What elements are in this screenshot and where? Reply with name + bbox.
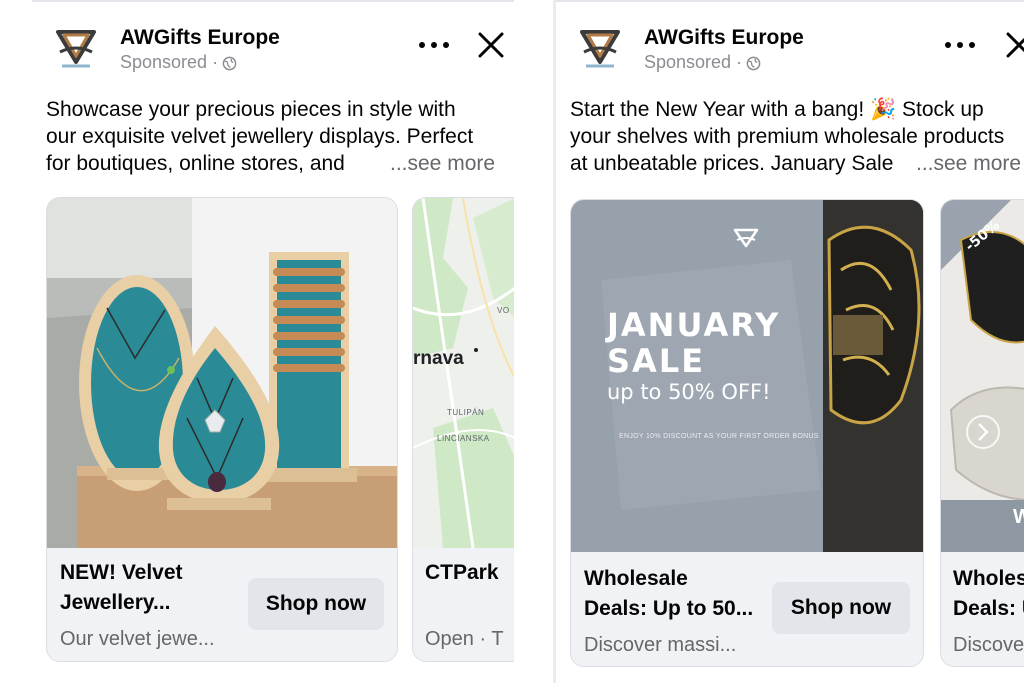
sponsored-text: Sponsored · <box>120 52 219 72</box>
card-title[interactable]: Wholesale <box>584 564 688 594</box>
post-text-line: at unbeatable prices. January Sale ...se… <box>570 150 1024 177</box>
sponsored-label: Sponsored · <box>644 52 761 73</box>
map-city-dot <box>474 348 478 352</box>
post-body-text: Start the New Year with a bang! 🎉 Stock … <box>570 96 1024 177</box>
card-description: Discover massi... <box>584 634 737 656</box>
card-footer: NEW! Velvet Jewellery... Our velvet jewe… <box>47 548 397 661</box>
card-description: Open · T <box>425 628 504 650</box>
sponsored-label: Sponsored · <box>120 52 237 73</box>
more-options-button[interactable] <box>416 30 452 60</box>
hide-ad-button[interactable] <box>474 28 508 62</box>
card-title[interactable]: CTPark <box>425 558 499 588</box>
more-options-button[interactable] <box>942 30 978 60</box>
sponsored-text: Sponsored · <box>644 52 743 72</box>
post-text-line-content: at unbeatable prices. January Sale <box>570 152 894 175</box>
globe-icon <box>222 55 237 71</box>
post-text-line: Start the New Year with a bang! 🎉 Stock … <box>570 98 984 121</box>
promo-headline: SALE <box>607 342 706 380</box>
post-text-line-content: for boutiques, online stores, and <box>46 152 345 175</box>
map-label: LINCIANSKA <box>437 434 490 443</box>
brand-logo[interactable] <box>574 20 626 72</box>
more-horizontal-icon <box>419 42 449 48</box>
card-description: Our velvet jewe... <box>60 628 215 650</box>
product-image[interactable] <box>47 198 397 548</box>
see-more-link[interactable]: ...see more <box>916 150 1021 177</box>
close-icon <box>1006 32 1024 58</box>
post-text-line: Showcase your precious pieces in style w… <box>46 98 456 121</box>
post-text-line: for boutiques, online stores, and ...see… <box>46 150 506 177</box>
advertiser-name[interactable]: AWGifts Europe <box>644 26 804 50</box>
card-title[interactable]: Deals: U <box>953 594 1024 624</box>
promo-headline: JANUARY <box>607 306 781 344</box>
card-title[interactable]: NEW! Velvet <box>60 558 183 588</box>
promo-subheadline: up to 50% OFF! <box>607 380 771 404</box>
sponsored-post: AWGifts Europe Sponsored · Start the New… <box>556 0 1024 683</box>
card-title[interactable]: Wholes <box>953 564 1024 594</box>
carousel-card[interactable]: NEW! Velvet Jewellery... Our velvet jewe… <box>46 197 398 662</box>
card-title[interactable]: Deals: Up to 50... <box>584 594 753 624</box>
sponsored-post: AWGifts Europe Sponsored · Showcase your… <box>32 0 514 683</box>
image-corner-letter: W <box>1013 506 1024 529</box>
card-footer: Wholesale Deals: Up to 50... Discover ma… <box>571 552 923 666</box>
globe-icon <box>746 55 761 71</box>
see-more-link[interactable]: ...see more <box>390 150 495 177</box>
post-body-text: Showcase your precious pieces in style w… <box>46 96 506 177</box>
more-horizontal-icon <box>945 42 975 48</box>
close-icon <box>478 32 504 58</box>
map-label: VO <box>497 306 510 315</box>
shop-now-button[interactable]: Shop now <box>248 578 384 630</box>
map-image[interactable]: VO rnava TULIPÁN LINCIANSKA <box>413 198 514 548</box>
map-label: TULIPÁN <box>447 408 485 417</box>
triangle-logo-icon <box>51 21 101 71</box>
carousel-card[interactable]: VO rnava TULIPÁN LINCIANSKA CTPark Open … <box>412 197 514 662</box>
brand-logo[interactable] <box>50 20 102 72</box>
card-footer: Wholes Deals: U Discove <box>941 552 1024 666</box>
carousel-card[interactable]: -50% W Wholes Deals: U Discove <box>940 199 1024 667</box>
card-description: Discove <box>953 634 1024 656</box>
triangle-logo-icon <box>575 21 625 71</box>
carousel-card[interactable]: JANUARY SALE up to 50% OFF! ENJOY 10% DI… <box>570 199 924 667</box>
card-footer: CTPark Open · T <box>413 548 514 661</box>
map-city-label: rnava <box>413 348 464 369</box>
product-image[interactable]: -50% W <box>941 200 1024 552</box>
post-text-line: our exquisite velvet jewellery displays.… <box>46 125 474 148</box>
hide-ad-button[interactable] <box>1002 28 1024 62</box>
promo-image[interactable]: JANUARY SALE up to 50% OFF! ENJOY 10% DI… <box>571 200 923 552</box>
promo-fine-print: ENJOY 10% DISCOUNT AS YOUR FIRST ORDER B… <box>619 433 819 440</box>
advertiser-name[interactable]: AWGifts Europe <box>120 26 280 50</box>
shop-now-button[interactable]: Shop now <box>772 582 910 634</box>
card-title[interactable]: Jewellery... <box>60 588 171 618</box>
post-text-line: your shelves with premium wholesale prod… <box>570 125 1005 148</box>
